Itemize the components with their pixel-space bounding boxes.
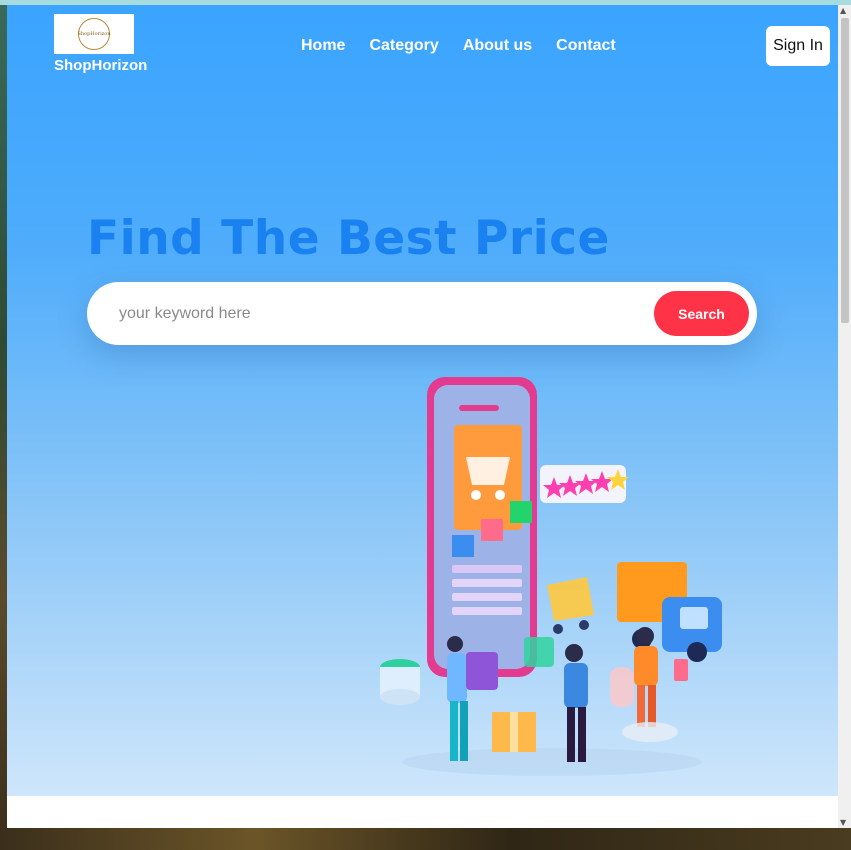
nav-home[interactable]: Home [301, 37, 345, 55]
below-hero-section [7, 796, 838, 828]
online-shopping-illustration-icon [362, 367, 742, 786]
hero-section: ShopHorizon ShopHorizon Home Category Ab… [7, 5, 838, 796]
desktop-background-bottom [0, 828, 851, 850]
nav-category[interactable]: Category [369, 37, 438, 55]
scrollbar-thumb[interactable] [841, 18, 849, 323]
browser-page: ShopHorizon ShopHorizon Home Category Ab… [7, 5, 838, 828]
search-bar: Search [87, 282, 757, 345]
nav-contact[interactable]: Contact [556, 37, 616, 55]
main-nav: Home Category About us Contact [301, 37, 616, 55]
brand-name[interactable]: ShopHorizon [54, 57, 147, 74]
page-title: Find The Best Price [87, 211, 610, 266]
scroll-down-arrow-icon[interactable]: ▼ [840, 818, 846, 827]
search-input[interactable] [117, 298, 621, 330]
search-button[interactable]: Search [654, 291, 749, 336]
logo-emblem-icon: ShopHorizon [77, 18, 111, 50]
logo-text: ShopHorizon [77, 31, 111, 37]
sign-in-button[interactable]: Sign In [766, 26, 830, 66]
vertical-scrollbar[interactable]: ▲ ▼ [838, 5, 851, 828]
desktop-background-left [0, 5, 7, 850]
nav-about-us[interactable]: About us [463, 37, 532, 55]
scroll-up-arrow-icon[interactable]: ▲ [840, 6, 846, 15]
logo[interactable]: ShopHorizon [54, 14, 134, 54]
